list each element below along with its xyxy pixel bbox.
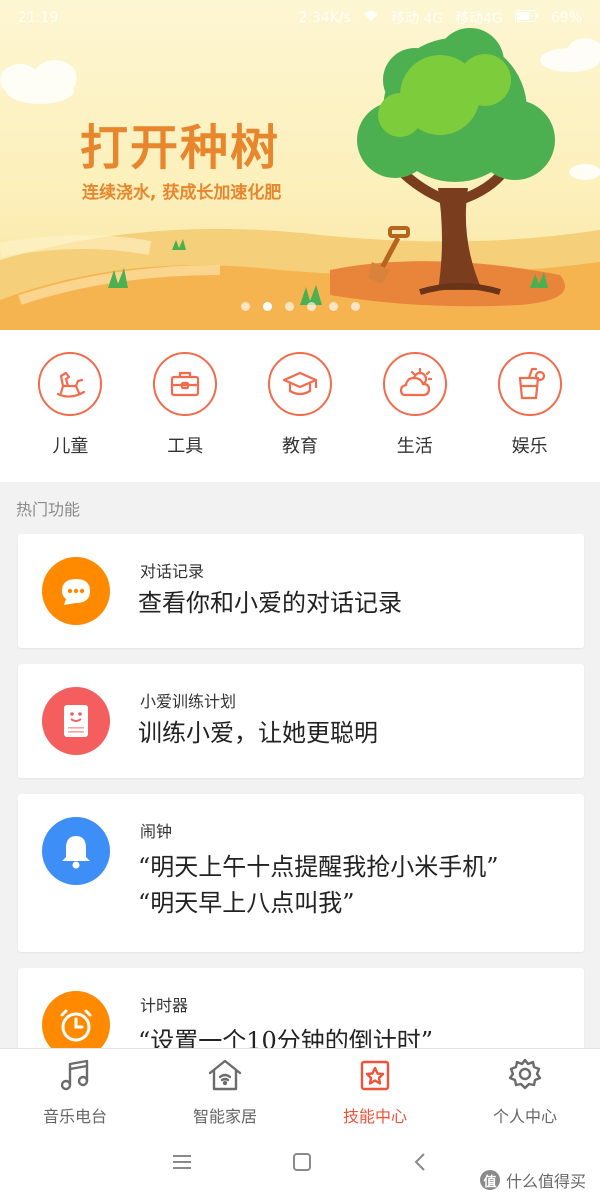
menu-icon[interactable] <box>171 1153 193 1175</box>
category-entertainment[interactable]: 娱乐 <box>485 352 575 482</box>
watermark: 值 什么值得买 <box>479 1168 586 1192</box>
tab-personal-center[interactable]: 个人中心 <box>450 1049 600 1128</box>
tab-label: 智能家居 <box>192 1107 257 1126</box>
category-life[interactable]: 生活 <box>370 352 460 482</box>
tab-music-radio[interactable]: 音乐电台 <box>0 1049 150 1128</box>
page-dot[interactable] <box>284 302 294 311</box>
section-title: 热门功能 <box>16 500 81 519</box>
wifi-icon <box>363 10 379 26</box>
category-label: 工具 <box>167 436 204 457</box>
status-network-speed: 2.34K/s <box>298 10 351 26</box>
category-label: 教育 <box>281 436 318 457</box>
status-carrier: 移动 4G <box>390 11 444 27</box>
card-label: 对话记录 <box>140 562 205 581</box>
watermark-logo: 值 <box>479 1170 500 1190</box>
page-dot[interactable] <box>350 302 360 311</box>
tab-smart-home[interactable]: 智能家居 <box>150 1049 300 1128</box>
tab-label: 技能中心 <box>342 1107 407 1126</box>
category-label: 生活 <box>396 436 433 457</box>
home-icon[interactable] <box>291 1152 313 1176</box>
drink-icon <box>497 352 562 416</box>
category-label: 娱乐 <box>511 436 548 457</box>
back-icon[interactable] <box>411 1151 429 1177</box>
status-battery: 69% <box>550 10 582 26</box>
category-children[interactable]: 儿童 <box>25 352 115 482</box>
skill-star-icon <box>356 1057 394 1097</box>
banner-title: 打开种树 <box>80 120 281 176</box>
toolbox-icon <box>153 352 218 416</box>
card-desc: 训练小爱，让她更聪明 <box>138 719 378 747</box>
watermark-text: 什么值得买 <box>505 1172 586 1191</box>
banner-subtitle: 连续浇水, 获成长加速化肥 <box>82 183 282 203</box>
status-time: 21:19 <box>18 10 59 26</box>
category-bar: 儿童 工具 教育 生活 娱乐 <box>0 330 600 482</box>
category-education[interactable]: 教育 <box>255 352 345 482</box>
rocking-horse-icon <box>38 352 103 416</box>
bell-icon <box>42 817 110 885</box>
page-dot[interactable] <box>306 302 316 311</box>
card-desc: 查看你和小爱的对话记录 <box>138 589 402 617</box>
category-tools[interactable]: 工具 <box>140 352 230 482</box>
page-dot[interactable] <box>328 302 338 311</box>
status-alt-network: 移动4G <box>455 11 503 27</box>
promo-banner[interactable]: 21:19 2.34K/s 移动 4G 移动4G 69% 打开种树 连续浇水, … <box>0 0 600 330</box>
tab-label: 个人中心 <box>492 1107 557 1126</box>
card-desc: “明天上午十点提醒我抢小米手机” <box>138 853 499 881</box>
battery-icon <box>514 10 539 26</box>
feature-card-chat-history[interactable]: 对话记录 查看你和小爱的对话记录 <box>18 534 584 648</box>
feature-card-timer[interactable]: 计时器 “设置一个10分钟的倒计时” <box>18 968 584 1058</box>
bottom-tab-bar: 音乐电台 智能家居 技能中心 个人中心 <box>0 1048 600 1128</box>
card-label: 小爱训练计划 <box>140 692 237 711</box>
card-desc: “明天早上八点叫我” <box>138 889 355 917</box>
page-dot[interactable] <box>240 302 250 311</box>
smart-home-icon <box>206 1057 244 1097</box>
feature-card-alarm[interactable]: 闹钟 “明天上午十点提醒我抢小米手机” “明天早上八点叫我” <box>18 794 584 952</box>
card-label: 计时器 <box>140 996 189 1015</box>
chat-bubble-icon <box>42 557 110 625</box>
graduation-cap-icon <box>267 352 332 416</box>
weather-icon <box>382 352 447 416</box>
banner-pagination <box>0 302 600 311</box>
status-bar: 21:19 2.34K/s 移动 4G 移动4G 69% <box>0 0 600 36</box>
tab-skill-center[interactable]: 技能中心 <box>300 1049 450 1128</box>
speaker-icon <box>42 687 110 755</box>
card-label: 闹钟 <box>140 822 173 841</box>
music-note-icon <box>56 1057 94 1097</box>
page-dot-active[interactable] <box>262 302 272 311</box>
feature-card-training-plan[interactable]: 小爱训练计划 训练小爱，让她更聪明 <box>18 664 584 778</box>
gear-icon <box>506 1057 544 1097</box>
tab-label: 音乐电台 <box>42 1107 107 1126</box>
category-label: 儿童 <box>52 436 89 457</box>
